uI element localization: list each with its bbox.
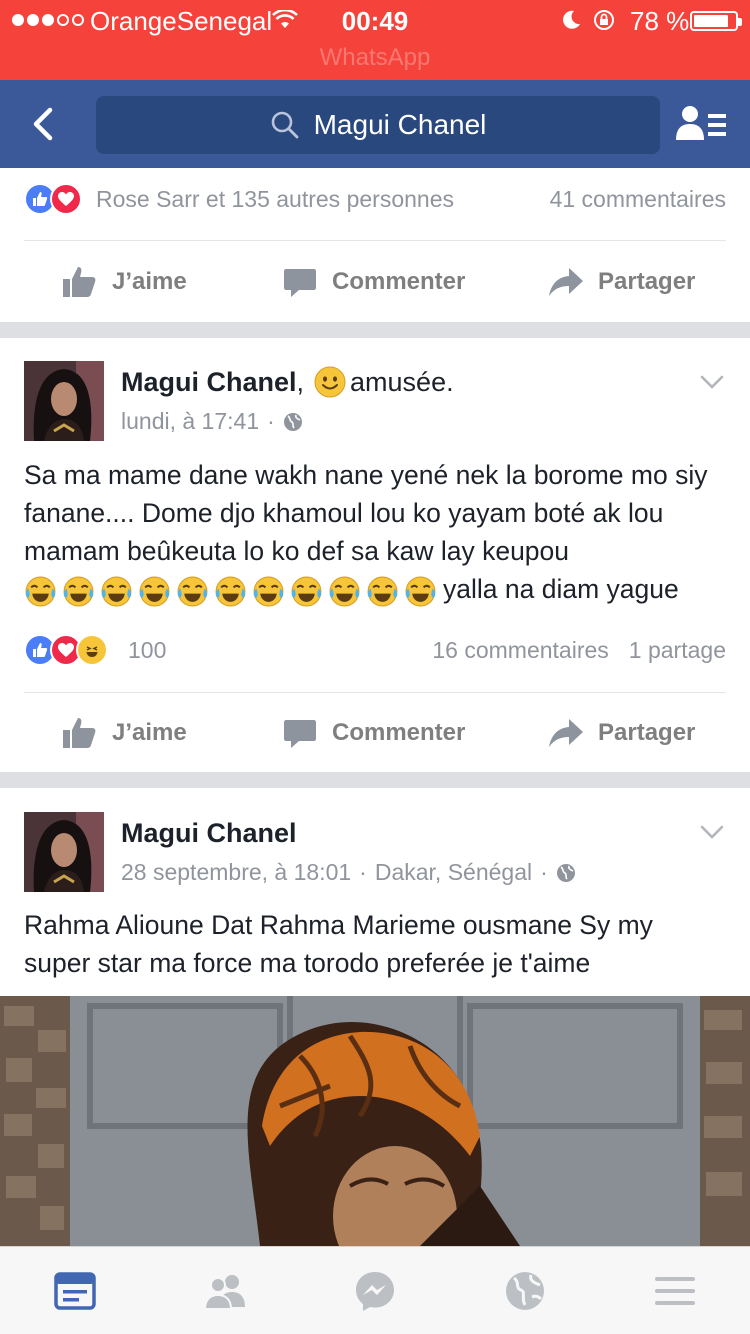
haha-reaction-icon — [76, 634, 108, 666]
chevron-down-icon[interactable] — [700, 374, 724, 390]
comment-button[interactable]: Commenter — [282, 252, 465, 312]
tears-of-joy-emoji-icon — [253, 576, 284, 606]
separator: · — [267, 408, 275, 434]
rotation-lock-icon — [594, 10, 614, 30]
like-label: J’aime — [112, 268, 187, 295]
thumbs-up-icon — [63, 267, 96, 297]
post-actions: J’aime Commenter Partager — [0, 252, 750, 312]
post-text-body: Sa ma mame dane wakh nane yené nek la bo… — [24, 460, 708, 566]
share-button[interactable]: Partager — [548, 252, 695, 312]
friends-icon[interactable] — [203, 1269, 247, 1313]
do-not-disturb-moon-icon — [563, 10, 580, 29]
like-label: J’aime — [112, 719, 187, 746]
tears-of-joy-emoji-icon — [63, 576, 94, 606]
author-avatar[interactable] — [24, 361, 104, 441]
bottom-tab-bar — [0, 1246, 750, 1334]
chevron-down-icon[interactable] — [700, 824, 724, 840]
navigation-bar: Magui Chanel — [0, 80, 750, 168]
battery-icon — [690, 11, 742, 31]
author-avatar[interactable] — [24, 812, 104, 892]
separator: · — [359, 859, 367, 885]
author-suffix: , — [296, 366, 305, 397]
menu-icon[interactable] — [653, 1269, 697, 1313]
comment-bubble-icon — [284, 269, 316, 297]
tears-of-joy-emoji-icon — [177, 576, 208, 606]
search-field[interactable]: Magui Chanel — [96, 96, 660, 154]
share-label: Partager — [598, 719, 696, 746]
feeling-label: amusée. — [350, 366, 454, 397]
reaction-count[interactable]: 100 — [128, 637, 166, 664]
messenger-icon[interactable] — [353, 1269, 397, 1313]
smiling-face-icon — [314, 366, 346, 398]
divider — [24, 240, 726, 241]
like-button[interactable]: J’aime — [62, 252, 187, 312]
timestamp-text: 28 septembre, à 18:01 — [121, 859, 352, 885]
friend-list-icon[interactable] — [676, 102, 728, 146]
tears-of-joy-emoji-icon — [367, 576, 398, 606]
shares-link[interactable]: 1 partage — [629, 637, 726, 664]
tears-of-joy-emoji-icon — [405, 576, 436, 606]
feeling: , amusée. — [297, 366, 454, 398]
post-counts: 16 commentaires 1 partage — [432, 637, 726, 664]
tears-of-joy-emoji-icon — [291, 576, 322, 606]
reaction-names[interactable]: Rose Sarr et 135 autres personnes — [96, 186, 454, 213]
news-feed-icon[interactable] — [53, 1269, 97, 1313]
share-label: Partager — [598, 268, 696, 295]
post-footer-card: Rose Sarr et 135 autres personnes 41 com… — [0, 168, 750, 322]
status-bar: OrangeSenegal 00:49 78 % WhatsApp — [0, 0, 750, 80]
thumbs-up-icon — [63, 718, 96, 748]
post-card: Magui Chanel , amusée. lundi, à 17:41 · … — [0, 338, 750, 772]
share-arrow-icon — [549, 268, 583, 296]
comment-count[interactable]: 41 commentaires — [550, 186, 726, 213]
tears-of-joy-emoji-icon — [25, 576, 56, 606]
back-chevron-icon[interactable] — [22, 102, 66, 146]
tears-of-joy-emoji-icon — [101, 576, 132, 606]
post-timestamp[interactable]: 28 septembre, à 18:01 · Dakar, Sénégal · — [121, 859, 576, 886]
reaction-summary[interactable] — [24, 182, 82, 216]
post-timestamp[interactable]: lundi, à 17:41 · — [121, 408, 303, 435]
reaction-summary[interactable] — [24, 633, 108, 667]
tears-of-joy-emoji-icon — [215, 576, 246, 606]
author-name[interactable]: Magui Chanel — [121, 818, 297, 849]
tears-of-joy-emoji-icon — [139, 576, 170, 606]
comment-bubble-icon — [284, 720, 316, 748]
public-globe-icon — [283, 412, 302, 431]
battery-percentage: 78 % — [630, 6, 690, 36]
post-text: Sa ma mame dane wakh nane yené nek la bo… — [24, 456, 724, 608]
share-arrow-icon — [549, 719, 583, 747]
post-author: Magui Chanel — [121, 818, 297, 849]
separator: · — [540, 859, 548, 885]
post-photo[interactable] — [0, 996, 750, 1246]
comment-label: Commenter — [332, 268, 466, 295]
comment-button[interactable]: Commenter — [282, 703, 465, 763]
notifications-globe-icon[interactable] — [503, 1269, 547, 1313]
emoji-row — [24, 575, 437, 608]
like-button[interactable]: J’aime — [62, 703, 187, 763]
comments-link[interactable]: 16 commentaires — [432, 637, 608, 664]
timestamp-text: lundi, à 17:41 — [121, 408, 260, 434]
post-actions: J’aime Commenter Partager — [0, 703, 750, 763]
share-button[interactable]: Partager — [548, 703, 695, 763]
search-icon — [271, 111, 299, 139]
comment-label: Commenter — [332, 719, 466, 746]
post-text: Rahma Alioune Dat Rahma Marieme ousmane … — [24, 910, 653, 978]
tears-of-joy-emoji-icon — [329, 576, 360, 606]
location-link[interactable]: Dakar, Sénégal — [375, 859, 532, 886]
post-text-tail: yalla na diam yague — [443, 574, 679, 604]
back-to-app-label[interactable]: WhatsApp — [0, 44, 750, 72]
love-reaction-icon — [50, 183, 82, 215]
post-author: Magui Chanel , amusée. — [121, 366, 454, 398]
divider — [24, 692, 726, 693]
comments-link[interactable]: 41 commentaires — [550, 186, 726, 213]
author-name[interactable]: Magui Chanel — [121, 367, 297, 398]
search-query: Magui Chanel — [313, 109, 487, 140]
public-globe-icon — [556, 863, 575, 882]
